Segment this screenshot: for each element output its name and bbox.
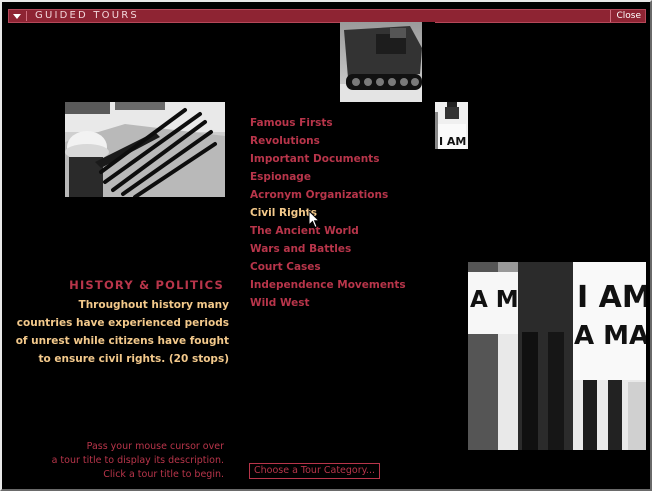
tour-item-important-documents[interactable]: Important Documents [250,152,406,170]
protest-sign-small-photo: I AM [435,102,468,149]
tank-photo [340,22,435,102]
instructions-text: Pass your mouse cursor over a tour title… [4,440,224,482]
sign-text-right-line2: A MAN [574,321,646,351]
tour-item-independence-movements[interactable]: Independence Movements [250,278,406,296]
tour-item-wars-and-battles[interactable]: Wars and Battles [250,242,406,260]
category-heading: HISTORY & POLITICS [69,278,224,292]
instruction-line: a tour title to display its description. [51,455,224,466]
mouse-pointer-icon [308,209,321,233]
description-line: Throughout history many [78,299,229,311]
tour-item-court-cases[interactable]: Court Cases [250,260,406,278]
tour-item-civil-rights[interactable]: Civil Rights [250,206,406,224]
window-title: GUIDED TOURS [35,10,139,21]
tour-item-wild-west[interactable]: Wild West [250,296,406,314]
tour-item-acronym-organizations[interactable]: Acronym Organizations [250,188,406,206]
protest-signs-large-photo: A M I AM A MAN [468,262,646,450]
tour-item-revolutions[interactable]: Revolutions [250,134,406,152]
description-line: of unrest while citizens have fought [15,335,229,347]
soldiers-photo [65,102,225,197]
close-button[interactable]: Close [610,10,645,22]
instruction-line: Pass your mouse cursor over [86,441,224,452]
description-line: countries have experienced periods [16,317,229,329]
instruction-line: Click a tour title to begin. [103,469,224,480]
sign-text-left: A M [470,287,519,313]
category-description: Throughout history many countries have e… [0,296,229,368]
sign-text-small: I AM [439,135,466,148]
choose-tour-category-button[interactable]: Choose a Tour Category... [249,463,380,479]
divider [26,11,27,21]
tour-item-the-ancient-world[interactable]: The Ancient World [250,224,406,242]
chevron-down-icon [13,13,21,19]
window-menu-button[interactable] [10,10,24,22]
sign-text-right-line1: I AM [577,280,646,315]
tour-list: Famous Firsts Revolutions Important Docu… [250,116,406,314]
tour-item-famous-firsts[interactable]: Famous Firsts [250,116,406,134]
tour-item-espionage[interactable]: Espionage [250,170,406,188]
title-bar: GUIDED TOURS Close [8,9,646,23]
guided-tours-window: GUIDED TOURS Close I AM A M I AM A MA Fa… [0,0,652,491]
description-line: to ensure civil rights. (20 stops) [38,353,229,365]
